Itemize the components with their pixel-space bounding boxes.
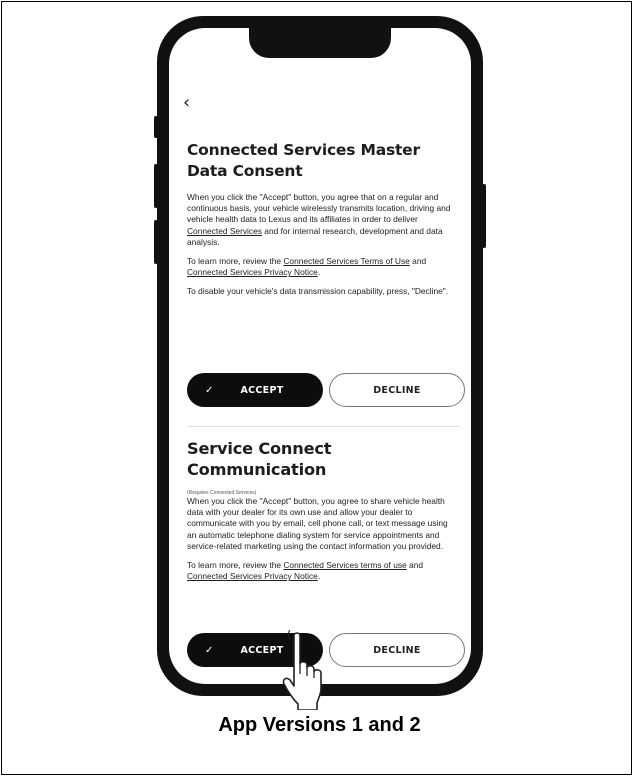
decline-button[interactable]: DECLINE: [329, 633, 465, 667]
terms-of-use-link[interactable]: Connected Services terms of use: [283, 560, 406, 570]
figure-caption: App Versions 1 and 2: [218, 714, 421, 736]
learn-more-period: .: [317, 267, 321, 278]
figure-frame: ‹ Connected Services Master Data Consent…: [1, 1, 632, 775]
service-connect-description: (Requires Connected Services) When you c…: [187, 490, 459, 552]
connected-services-link[interactable]: Connected Services: [187, 226, 262, 236]
check-icon: ✓: [205, 644, 214, 656]
accept-label: ACCEPT: [240, 384, 284, 396]
service-connect-text: When you click the "Accept" button, you …: [187, 496, 448, 551]
decline-label: DECLINE: [373, 644, 421, 656]
hand-pointer-icon: [282, 630, 322, 710]
learn-more-text: To learn more, review the Connected Serv…: [187, 256, 459, 278]
learn-more-period: .: [317, 571, 321, 582]
phone-volume-down: [154, 220, 158, 264]
terms-of-use-link[interactable]: Connected Services Terms of Use: [283, 256, 409, 266]
phone-volume-up: [154, 164, 158, 208]
learn-more-prefix: To learn more, review the: [187, 560, 284, 571]
phone-device: ‹ Connected Services Master Data Consent…: [154, 16, 486, 696]
consent-text: When you click the "Accept" button, you …: [187, 192, 451, 225]
master-data-consent-description: When you click the "Accept" button, you …: [187, 192, 459, 248]
master-consent-buttons: ✓ ACCEPT DECLINE: [187, 373, 465, 407]
decline-label: DECLINE: [373, 384, 421, 396]
phone-notch: [249, 28, 391, 58]
master-data-consent-title: Connected Services Master Data Consent: [187, 141, 420, 180]
section-divider: [187, 426, 459, 427]
learn-more-and: and: [406, 560, 424, 571]
service-learn-more-text: To learn more, review the Connected Serv…: [187, 560, 459, 582]
learn-more-and: and: [409, 256, 427, 267]
service-connect-title: Service Connect Communication: [187, 439, 332, 479]
phone-silent-switch: [154, 116, 158, 138]
service-connect-section: Service Connect Communication (Requires …: [187, 438, 459, 590]
decline-button[interactable]: DECLINE: [329, 373, 465, 407]
privacy-notice-link[interactable]: Connected Services Privacy Notice: [187, 571, 318, 581]
check-icon: ✓: [205, 384, 214, 396]
master-data-consent-section: Connected Services Master Data Consent W…: [187, 140, 459, 306]
privacy-notice-link[interactable]: Connected Services Privacy Notice: [187, 267, 318, 277]
accept-button[interactable]: ✓ ACCEPT: [187, 373, 323, 407]
phone-screen: ‹ Connected Services Master Data Consent…: [169, 28, 471, 684]
accept-label: ACCEPT: [240, 644, 284, 656]
learn-more-prefix: To learn more, review the: [187, 256, 284, 267]
back-icon[interactable]: ‹: [183, 92, 190, 113]
phone-power-button: [482, 184, 486, 248]
disable-transmission-text: To disable your vehicle's data transmiss…: [187, 286, 449, 297]
